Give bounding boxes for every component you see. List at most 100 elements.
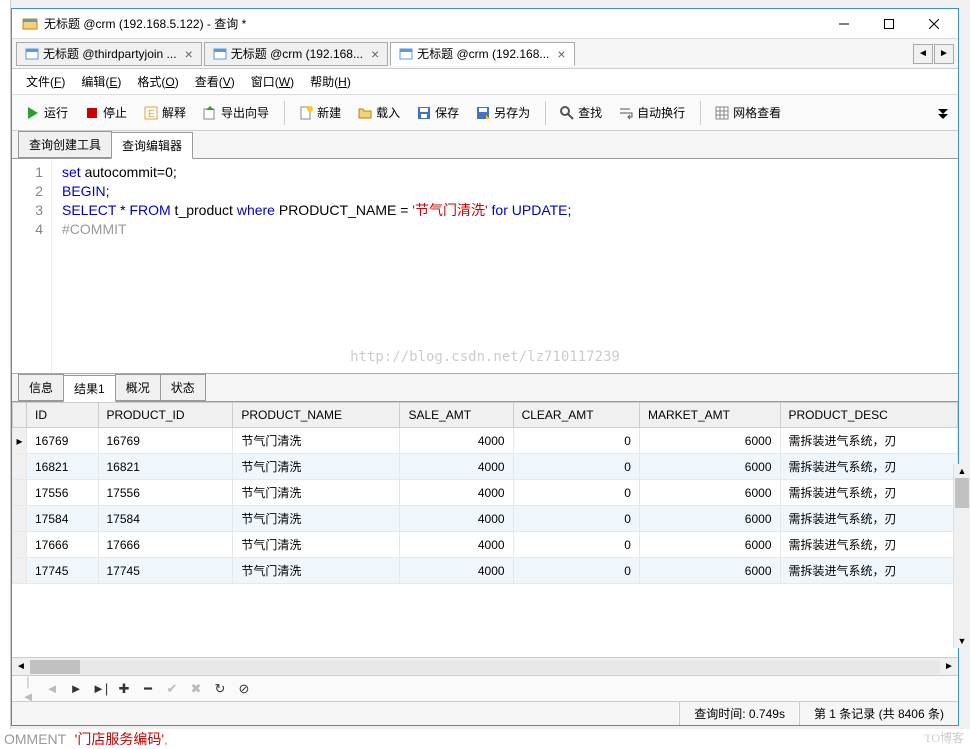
nav-first[interactable]: |◄ — [20, 674, 36, 702]
load-button[interactable]: 载入 — [350, 100, 407, 125]
menu-view[interactable]: 查看(V) — [187, 70, 243, 93]
background-code-fragment: OMMENT '门店服务编码', TO博客 — [0, 729, 970, 749]
menubar: 文件(F) 编辑(E) 格式(O) 查看(V) 窗口(W) 帮助(H) — [12, 69, 958, 95]
col-product-id[interactable]: PRODUCT_ID — [98, 403, 233, 428]
col-sale-amt[interactable]: SALE_AMT — [400, 403, 513, 428]
scroll-right-icon[interactable]: ► — [940, 659, 958, 675]
main-window: 无标题 @crm (192.168.5.122) - 查询 * 无标题 @thi… — [11, 8, 959, 726]
nav-remove[interactable]: ━ — [140, 681, 156, 697]
sql-editor[interactable]: 1234 set autocommit=0; BEGIN; SELECT * F… — [12, 159, 958, 374]
vertical-scrollbar[interactable]: ▲ ▼ — [953, 464, 969, 648]
doc-tab-2[interactable]: 无标题 @crm (192.168... × — [390, 42, 574, 66]
menu-file[interactable]: 文件(F) — [18, 70, 73, 93]
table-row[interactable]: ▸1676916769节气门清洗400006000需拆装进气系统，刃 — [13, 428, 958, 454]
toolbar: 运行 停止 E解释 导出向导 新建 载入 保存 另存为 查找 自动换行 网格查看 — [12, 95, 958, 131]
col-clear-amt[interactable]: CLEAR_AMT — [513, 403, 639, 428]
table-row[interactable]: 1755617556节气门清洗400006000需拆装进气系统，刃 — [13, 480, 958, 506]
status-record-count: 第 1 条记录 (共 8406 条) — [799, 702, 958, 725]
query-icon — [213, 47, 227, 61]
status-query-time: 查询时间: 0.749s — [679, 702, 799, 725]
footer-brand: TO博客 — [924, 729, 964, 746]
stop-button[interactable]: 停止 — [77, 100, 134, 125]
doc-tab-1[interactable]: 无标题 @crm (192.168... × — [204, 42, 388, 66]
scroll-left-icon[interactable]: ◄ — [12, 659, 30, 675]
tab-info[interactable]: 信息 — [18, 374, 64, 401]
stop-icon — [84, 105, 100, 121]
document-tabs: 无标题 @thirdpartyjoin ... × 无标题 @crm (192.… — [12, 39, 958, 69]
nav-add[interactable]: ✚ — [116, 681, 132, 697]
nav-last[interactable]: ►| — [92, 681, 108, 696]
line-gutter: 1234 — [12, 159, 52, 373]
tab-status[interactable]: 状态 — [160, 374, 206, 401]
col-id[interactable]: ID — [27, 403, 99, 428]
vscroll-thumb[interactable] — [955, 478, 969, 508]
find-button[interactable]: 查找 — [552, 100, 609, 125]
tab-label: 无标题 @crm (192.168... — [231, 45, 363, 62]
menu-window[interactable]: 窗口(W) — [243, 70, 302, 93]
menu-edit[interactable]: 编辑(E) — [73, 70, 129, 93]
tab-scroll-left[interactable]: ◄ — [913, 44, 933, 64]
editor-subtabs: 查询创建工具 查询编辑器 — [12, 131, 958, 159]
maximize-button[interactable] — [866, 10, 911, 38]
nav-refresh[interactable]: ↻ — [212, 681, 228, 697]
tab-label: 无标题 @thirdpartyjoin ... — [43, 45, 177, 62]
tab-scroll-right[interactable]: ► — [934, 44, 954, 64]
new-button[interactable]: 新建 — [291, 100, 348, 125]
col-product-name[interactable]: PRODUCT_NAME — [233, 403, 400, 428]
nav-cancel[interactable]: ✖ — [188, 681, 204, 697]
menu-format[interactable]: 格式(O) — [129, 70, 186, 93]
gridview-button[interactable]: 网格查看 — [707, 100, 788, 125]
toolbar-overflow[interactable] — [934, 102, 952, 124]
saveas-button[interactable]: 另存为 — [468, 100, 537, 125]
wrap-button[interactable]: 自动换行 — [611, 100, 692, 125]
window-title: 无标题 @crm (192.168.5.122) - 查询 * — [44, 15, 821, 32]
row-indicator-header — [13, 403, 27, 428]
doc-tab-0[interactable]: 无标题 @thirdpartyjoin ... × — [16, 42, 202, 66]
search-icon — [559, 105, 575, 121]
export-button[interactable]: 导出向导 — [195, 100, 276, 125]
statusbar: 查询时间: 0.749s 第 1 条记录 (共 8406 条) — [12, 701, 958, 725]
grid-icon — [714, 105, 730, 121]
scroll-thumb[interactable] — [30, 660, 80, 674]
tab-close-icon[interactable]: × — [557, 46, 565, 62]
table-row[interactable]: 1758417584节气门清洗400006000需拆装进气系统，刃 — [13, 506, 958, 532]
scroll-up-icon[interactable]: ▲ — [954, 464, 970, 478]
tab-label: 无标题 @crm (192.168... — [417, 45, 549, 62]
tab-result1[interactable]: 结果1 — [63, 375, 116, 402]
query-icon — [399, 47, 413, 61]
save-icon — [416, 105, 432, 121]
result-tabs: 信息 结果1 概况 状态 — [12, 374, 958, 402]
col-product-desc[interactable]: PRODUCT_DESC — [780, 403, 958, 428]
horizontal-scrollbar[interactable]: ◄ ► — [12, 657, 958, 675]
nav-stop[interactable]: ⊘ — [236, 681, 252, 697]
table-row[interactable]: 1774517745节气门清洗400006000需拆装进气系统，刃 — [13, 558, 958, 584]
folder-icon — [357, 105, 373, 121]
col-market-amt[interactable]: MARKET_AMT — [639, 403, 780, 428]
tab-query-editor[interactable]: 查询编辑器 — [111, 132, 193, 159]
table-row[interactable]: 1682116821节气门清洗400006000需拆装进气系统，刃 — [13, 454, 958, 480]
record-navbar: |◄ ◄ ► ►| ✚ ━ ✔ ✖ ↻ ⊘ — [12, 675, 958, 701]
explain-button[interactable]: E解释 — [136, 100, 193, 125]
tab-close-icon[interactable]: × — [185, 46, 193, 62]
tab-profile[interactable]: 概况 — [115, 374, 161, 401]
close-button[interactable] — [911, 10, 956, 38]
titlebar: 无标题 @crm (192.168.5.122) - 查询 * — [12, 9, 958, 39]
saveas-icon — [475, 105, 491, 121]
run-button[interactable]: 运行 — [18, 100, 75, 125]
save-button[interactable]: 保存 — [409, 100, 466, 125]
tab-query-builder[interactable]: 查询创建工具 — [18, 131, 112, 158]
export-icon — [202, 105, 218, 121]
result-grid[interactable]: ID PRODUCT_ID PRODUCT_NAME SALE_AMT CLEA… — [12, 402, 958, 657]
play-icon — [25, 105, 41, 121]
nav-next[interactable]: ► — [68, 681, 84, 696]
svg-text:E: E — [148, 109, 155, 120]
code-area[interactable]: set autocommit=0; BEGIN; SELECT * FROM t… — [52, 159, 958, 373]
nav-apply[interactable]: ✔ — [164, 681, 180, 697]
tab-close-icon[interactable]: × — [371, 46, 379, 62]
minimize-button[interactable] — [821, 10, 866, 38]
explain-icon: E — [143, 105, 159, 121]
nav-prev[interactable]: ◄ — [44, 681, 60, 696]
scroll-down-icon[interactable]: ▼ — [954, 634, 970, 648]
table-row[interactable]: 1766617666节气门清洗400006000需拆装进气系统，刃 — [13, 532, 958, 558]
menu-help[interactable]: 帮助(H) — [302, 70, 359, 93]
